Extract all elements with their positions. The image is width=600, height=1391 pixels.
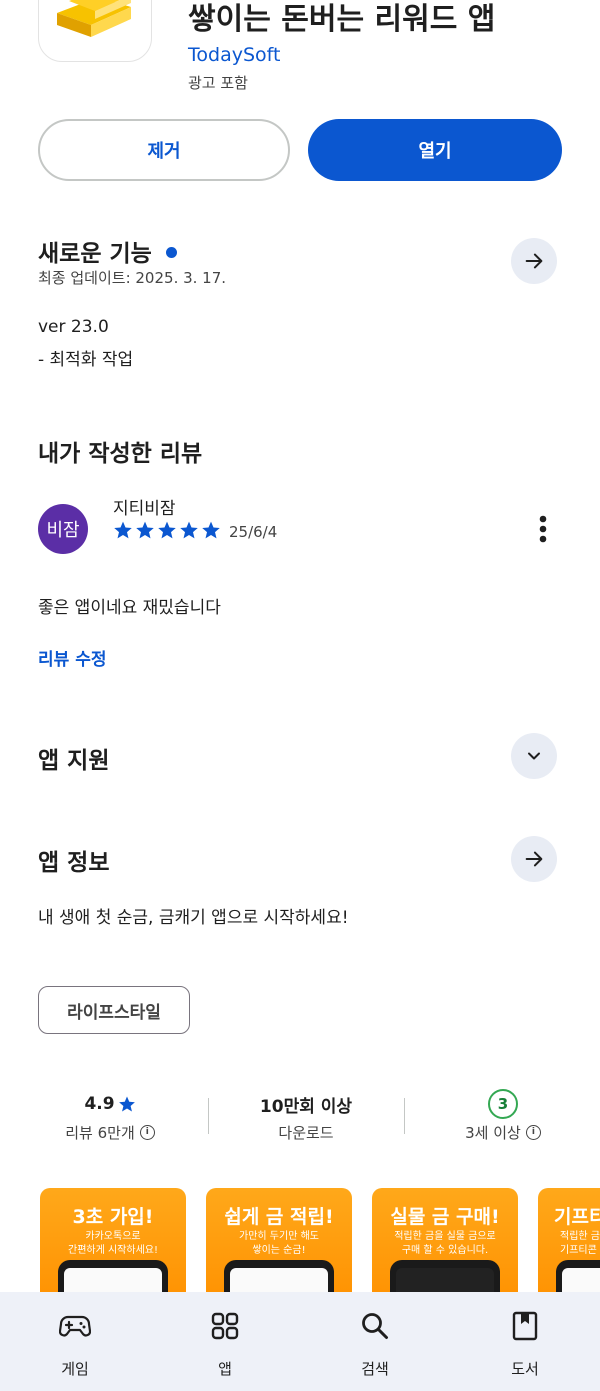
app-description: 내 생애 첫 순금, 금캐기 앱으로 시작하세요! — [38, 908, 349, 928]
app-icon — [38, 0, 152, 62]
app-info-title[interactable]: 앱 정보 — [38, 843, 110, 877]
app-support-title[interactable]: 앱 지원 — [38, 741, 110, 775]
rating-value: 4.9 — [84, 1094, 115, 1114]
last-updated: 최종 업데이트: 2025. 3. 17. — [38, 269, 227, 287]
nav-games[interactable]: 게임 — [25, 1292, 125, 1391]
arrow-right-icon — [525, 253, 543, 269]
screenshot-caption: 적립한 금을 실물 금으로 구매 할 수 있습니다. — [394, 1231, 496, 1256]
app-title: 쌓이는 돈버는 리워드 앱 — [188, 2, 496, 37]
more-vert-icon — [539, 515, 547, 543]
remove-button[interactable]: 제거 — [38, 119, 290, 181]
nav-apps[interactable]: 앱 — [175, 1292, 275, 1391]
arrow-right-icon — [525, 851, 543, 867]
edit-review-link[interactable]: 리뷰 수정 — [38, 645, 106, 670]
screenshot-caption: 카카오톡으로 간편하게 시작하세요! — [68, 1231, 158, 1256]
ads-note: 광고 포함 — [188, 74, 248, 92]
star-icon — [202, 521, 220, 539]
app-info-arrow-button[interactable] — [511, 836, 557, 882]
apps-grid-icon — [209, 1310, 241, 1342]
star-icon — [114, 521, 132, 539]
stat-divider — [404, 1098, 405, 1134]
new-indicator-dot — [165, 247, 177, 258]
developer-link[interactable]: TodaySoft — [188, 44, 280, 66]
search-icon — [359, 1310, 391, 1342]
age-rating-label: 3세 이상 — [465, 1124, 521, 1142]
whats-new-arrow-button[interactable] — [511, 238, 557, 284]
chevron-down-icon — [528, 752, 540, 760]
my-review-title: 내가 작성한 리뷰 — [38, 441, 203, 467]
bottom-navigation: 게임 앱 검색 도서 — [0, 1292, 600, 1391]
review-date: 25/6/4 — [229, 523, 278, 541]
screenshot-caption: 적립한 금 기프티콘 — [560, 1231, 600, 1256]
nav-books-label: 도서 — [511, 1360, 539, 1378]
info-icon: i — [525, 1125, 541, 1140]
star-icon — [158, 521, 176, 539]
nav-search-label: 검색 — [361, 1360, 389, 1378]
screenshot-card[interactable]: 3초 가입! 카카오톡으로 간편하게 시작하세요! — [40, 1188, 186, 1308]
rating-stat[interactable]: 4.9 리뷰 6만개 i — [20, 1090, 200, 1143]
screenshot-title: 실물 금 구매! — [390, 1206, 500, 1228]
age-rating-stat[interactable]: 3 3세 이상 i — [413, 1089, 593, 1143]
downloads-label: 다운로드 — [278, 1124, 334, 1142]
review-text: 좋은 앱이네요 재밌습니다 — [38, 598, 221, 618]
avatar: 비잠 — [38, 504, 88, 554]
version-text: ver 23.0 — [38, 317, 109, 337]
screenshot-title: 쉽게 금 적립! — [224, 1206, 334, 1228]
screenshot-caption: 가만히 두기만 해도 쌓이는 순금! — [239, 1231, 319, 1256]
rating-label: 리뷰 6만개 — [65, 1124, 135, 1142]
gamepad-icon — [59, 1310, 91, 1342]
screenshot-card[interactable]: 기프티 적립한 금 기프티콘 — [538, 1188, 600, 1308]
open-button[interactable]: 열기 — [308, 119, 562, 181]
review-stars — [113, 520, 221, 540]
screenshot-title: 3초 가입! — [72, 1206, 154, 1228]
more-options-button[interactable] — [528, 514, 558, 544]
release-notes: - 최적화 작업 — [38, 350, 134, 370]
whats-new-title[interactable]: 새로운 기능 — [38, 234, 177, 268]
star-icon — [136, 521, 154, 539]
star-icon — [180, 521, 198, 539]
age-rating-badge: 3 — [488, 1089, 518, 1119]
nav-search[interactable]: 검색 — [325, 1292, 425, 1391]
category-chip[interactable]: 라이프스타일 — [38, 986, 190, 1034]
stat-divider — [208, 1098, 209, 1134]
screenshot-title: 기프티 — [554, 1206, 600, 1228]
reviewer-name: 지티비잠 — [113, 499, 176, 519]
downloads-value: 10만회 이상 — [259, 1096, 353, 1117]
downloads-stat: 10만회 이상 다운로드 — [216, 1090, 396, 1143]
star-icon — [118, 1096, 135, 1112]
app-support-expand-button[interactable] — [511, 733, 557, 779]
info-icon: i — [139, 1125, 155, 1140]
screenshot-card[interactable]: 실물 금 구매! 적립한 금을 실물 금으로 구매 할 수 있습니다. — [372, 1188, 518, 1308]
whats-new-title-text: 새로운 기능 — [38, 241, 152, 267]
book-icon — [509, 1310, 541, 1342]
nav-games-label: 게임 — [61, 1360, 89, 1378]
nav-books[interactable]: 도서 — [475, 1292, 575, 1391]
nav-apps-label: 앱 — [218, 1360, 232, 1378]
screenshot-card[interactable]: 쉽게 금 적립! 가만히 두기만 해도 쌓이는 순금! — [206, 1188, 352, 1308]
